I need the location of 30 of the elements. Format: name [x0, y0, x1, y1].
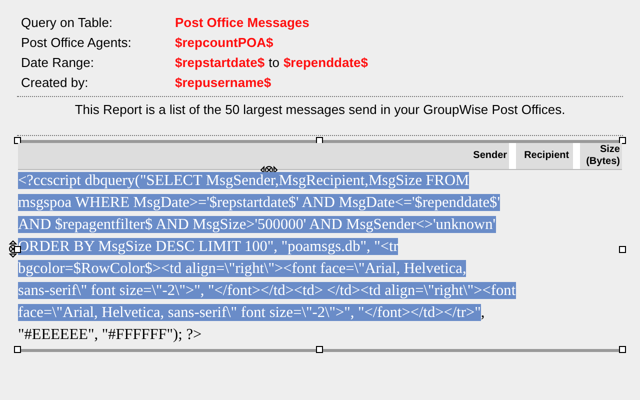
resize-handle[interactable]	[619, 246, 626, 253]
field-value: $repstartdate$	[175, 54, 265, 70]
field-label: Query on Table:	[21, 14, 114, 30]
resize-handle[interactable]	[316, 346, 323, 353]
anchor-icon[interactable]	[8, 240, 18, 258]
field-label: Date Range:	[21, 54, 95, 70]
column-header: Recipient	[509, 143, 574, 169]
script-code: AND $repagentfilter$ AND MsgSize>'500000' AND MsgSender<>'unknown'	[18, 216, 496, 233]
field-label: Post Office Agents:	[21, 34, 132, 50]
column-header: Size (Bytes)	[573, 143, 622, 169]
anchor-icon[interactable]	[260, 165, 278, 175]
field-value: $rependdate$	[283, 54, 368, 70]
script-code: <?ccscript dbquery("SELECT MsgSender,MsgRecipient,MsgSize FROM	[18, 172, 470, 189]
script-code: bgcolor=$RowColor$><td align=\"right\"><font face=\"Arial, Helvetica,	[18, 260, 466, 277]
field-value: $repcountPOA$	[175, 34, 274, 50]
field-label: Created by:	[21, 74, 90, 90]
script-code: "#EEEEEE", "#FFFFFF"); ?>	[18, 326, 202, 343]
connector-text: to	[268, 54, 280, 70]
resize-handle[interactable]	[14, 137, 21, 144]
script-code: msgspoa WHERE MsgDate>='$repstartdate$' AND MsgDate<='$rependdate$'	[18, 194, 500, 211]
script-code: sans-serif\" font size=\"-2\">", "</font></td><td> </td><td align=\"right\"><font	[18, 282, 516, 299]
field-value: $repusername$	[175, 74, 272, 90]
script-code: face=\"Arial, Helvetica, sans-serif\" font size=\"-2\">", "</font></td></tr>"	[18, 304, 481, 321]
field-value: Post Office Messages	[175, 14, 310, 30]
resize-handle[interactable]	[619, 137, 626, 144]
column-header: Sender	[472, 149, 508, 163]
script-code: ,	[480, 304, 485, 321]
resize-handle[interactable]	[14, 346, 21, 353]
report-description: This Report is a list of the 50 largest messages send in your GroupWise Post Offices.	[74, 102, 566, 117]
resize-handle[interactable]	[619, 346, 626, 353]
